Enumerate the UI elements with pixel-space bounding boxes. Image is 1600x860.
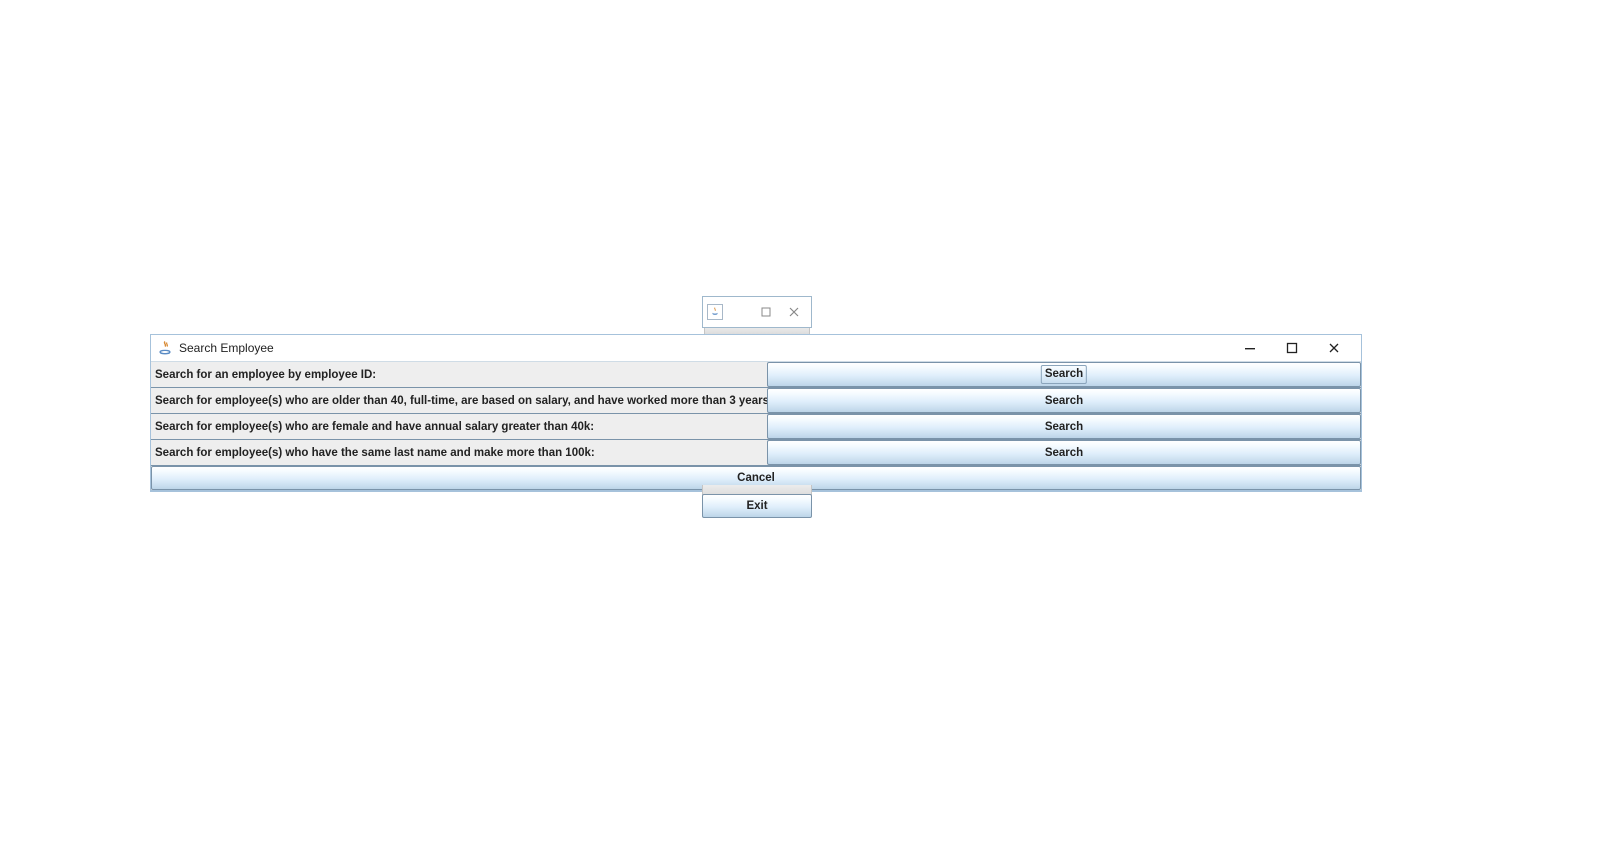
minimize-button[interactable] — [1229, 336, 1271, 360]
search-female-salary-button[interactable]: Search — [767, 414, 1361, 439]
search-employee-window: Search Employee Search for an employee b… — [150, 334, 1362, 492]
java-icon — [707, 304, 723, 320]
titlebar: Search Employee — [151, 335, 1361, 362]
exit-button-label: Exit — [746, 500, 767, 512]
window-title: Search Employee — [179, 341, 274, 355]
java-icon — [157, 340, 173, 356]
search-button-label: Search — [1045, 395, 1083, 407]
search-row-label: Search for employee(s) who are female an… — [151, 414, 767, 439]
exit-button[interactable]: Exit — [702, 494, 812, 518]
search-row-label: Search for an employee by employee ID: — [151, 362, 767, 387]
close-button[interactable] — [1313, 336, 1355, 360]
search-by-id-button[interactable]: Search — [767, 362, 1361, 387]
search-button-label: Search — [1041, 365, 1087, 384]
background-window-titlebar — [702, 296, 812, 328]
search-button-label: Search — [1045, 421, 1083, 433]
cancel-button-label: Cancel — [737, 472, 775, 484]
search-over40-button[interactable]: Search — [767, 388, 1361, 413]
bg-close-icon[interactable] — [787, 306, 801, 319]
maximize-button[interactable] — [1271, 336, 1313, 360]
search-button-label: Search — [1045, 447, 1083, 459]
search-row-label: Search for employee(s) who are older tha… — [151, 388, 767, 413]
search-row: Search for an employee by employee ID: S… — [151, 362, 1361, 388]
search-row-label: Search for employee(s) who have the same… — [151, 440, 767, 465]
search-row: Search for employee(s) who are older tha… — [151, 388, 1361, 414]
search-lastname-100k-button[interactable]: Search — [767, 440, 1361, 465]
search-row: Search for employee(s) who have the same… — [151, 440, 1361, 466]
search-rows: Search for an employee by employee ID: S… — [151, 362, 1361, 491]
search-row: Search for employee(s) who are female an… — [151, 414, 1361, 440]
bg-maximize-icon[interactable] — [759, 306, 773, 319]
